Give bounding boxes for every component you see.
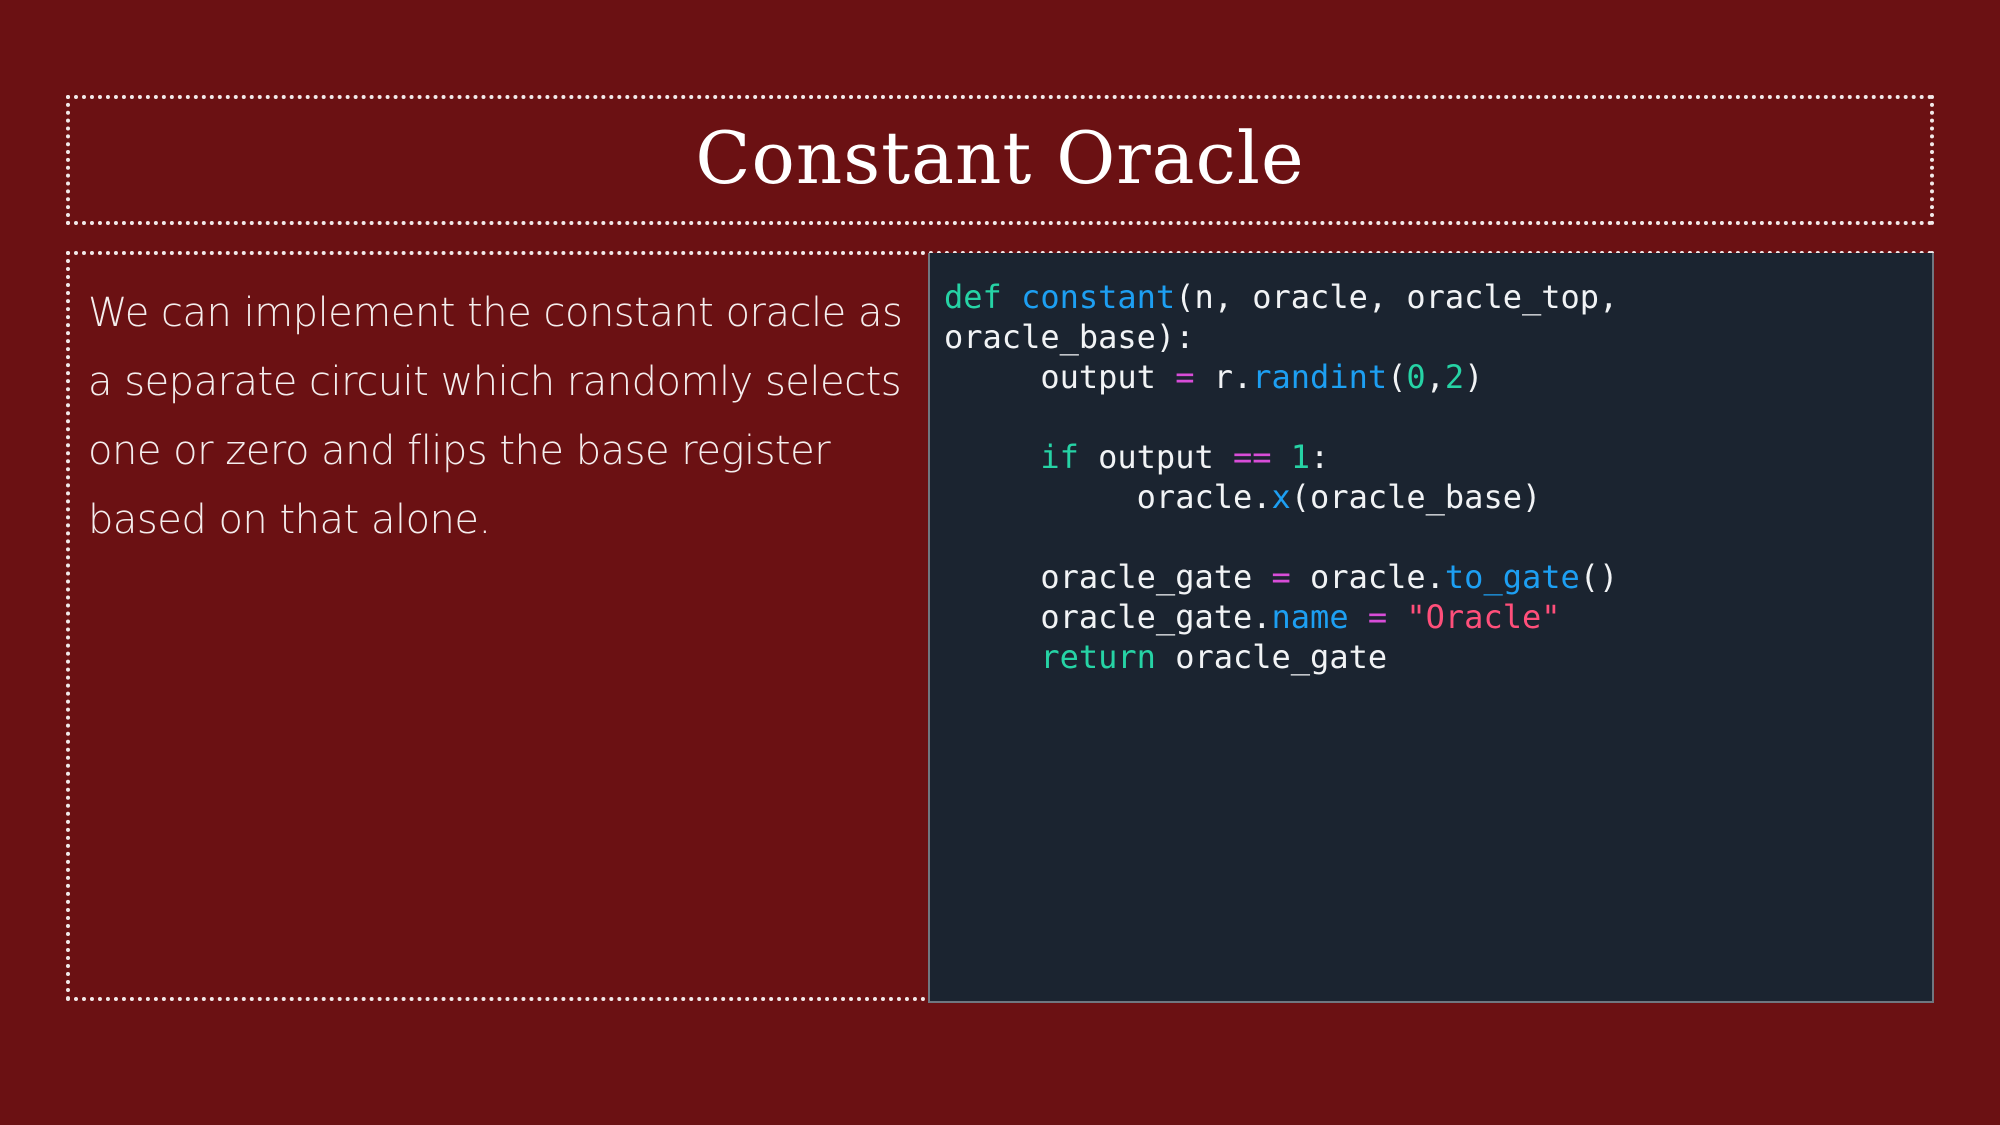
code-block: def constant(n, oracle, oracle_top, orac… (944, 277, 1618, 677)
code-keyword-return: return (1040, 638, 1156, 676)
code-operator-assign-3: = (1367, 598, 1388, 636)
code-return-value: oracle_gate (1175, 638, 1388, 676)
code-method-randint: randint (1252, 358, 1388, 396)
code-comma: , (1425, 358, 1445, 396)
code-paren-open: ( (1387, 358, 1407, 396)
code-object-oracle: oracle. (1136, 478, 1272, 516)
code-method-to-gate: to_gate (1444, 558, 1580, 596)
content-box: We can implement the constant oracle as … (66, 251, 1934, 1003)
code-object-oracle-2: oracle. (1310, 558, 1445, 596)
code-keyword-def: def (944, 278, 1002, 316)
code-operator-assign: = (1175, 358, 1195, 396)
code-operator-assign-2: = (1271, 558, 1291, 596)
slide-title: Constant Oracle (695, 116, 1305, 200)
code-method-x: x (1271, 478, 1291, 516)
code-params: (n, oracle, oracle_top, (1175, 278, 1619, 316)
title-box: Constant Oracle (66, 95, 1934, 225)
code-var-output-cond: output (1098, 438, 1214, 476)
code-attr-name: name (1271, 598, 1349, 636)
code-params-continued: oracle_base): (944, 318, 1195, 356)
code-object-r: r. (1213, 358, 1253, 396)
code-number-0: 0 (1406, 358, 1426, 396)
body-text: We can implement the constant oracle as … (88, 290, 903, 543)
code-string-oracle: "Oracle" (1406, 598, 1561, 636)
code-empty-args: () (1579, 558, 1619, 596)
code-number-2: 2 (1444, 358, 1465, 396)
code-object-oracle-gate: oracle_gate. (1040, 598, 1272, 636)
code-keyword-if: if (1040, 438, 1079, 476)
code-panel: def constant(n, oracle, oracle_top, orac… (928, 253, 1934, 1003)
code-paren-close: ) (1464, 358, 1484, 396)
code-var-output: output (1040, 358, 1156, 396)
code-number-1: 1 (1290, 438, 1311, 476)
code-operator-equals: == (1232, 438, 1272, 476)
code-function-name: constant (1021, 278, 1176, 316)
code-colon: : (1310, 438, 1330, 476)
code-args-oracle-base: (oracle_base) (1290, 478, 1542, 516)
code-var-oracle-gate: oracle_gate (1040, 558, 1253, 596)
